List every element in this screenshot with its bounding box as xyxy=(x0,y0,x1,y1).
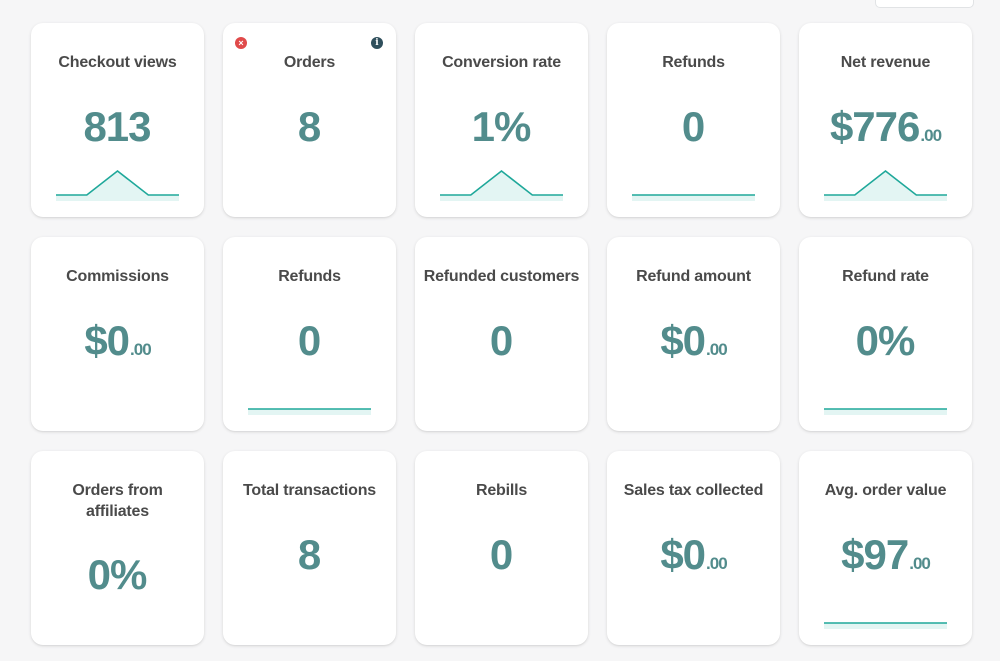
value-main: $97 xyxy=(841,531,909,578)
sparkline-area xyxy=(824,623,947,629)
sparkline-chart xyxy=(824,622,947,629)
card-title: Refunded customers xyxy=(423,268,580,285)
info-icon[interactable]: i xyxy=(371,37,383,49)
card-title: Total transactions xyxy=(242,482,377,499)
metrics-grid: Checkout views 813 × i Orders 8 Conversi… xyxy=(31,23,972,645)
card-value: 0 xyxy=(607,101,780,162)
metric-card-total-transactions: Total transactions 8 xyxy=(223,451,396,645)
card-title: Avg. order value xyxy=(824,482,947,499)
card-title: Commissions xyxy=(66,268,169,285)
sparkline-area xyxy=(824,171,947,201)
value-cents: .00 xyxy=(706,554,728,573)
sparkline-chart xyxy=(440,169,563,201)
value-cents: .00 xyxy=(130,340,152,359)
card-title: Orders xyxy=(283,54,336,71)
sparkline-chart xyxy=(56,169,179,201)
metric-card-refunds-2: Refunds 0 xyxy=(223,237,396,431)
metric-card-net-revenue: Net revenue $776.00 xyxy=(799,23,972,217)
value-main: $0 xyxy=(660,531,706,578)
sparkline-area xyxy=(824,409,947,415)
card-value: 0% xyxy=(31,549,204,610)
card-title: Refund amount xyxy=(636,268,751,285)
metric-card-conversion-rate: Conversion rate 1% xyxy=(415,23,588,217)
card-title: Refund rate xyxy=(842,268,929,285)
metric-card-refunded-customers: Refunded customers 0 xyxy=(415,237,588,431)
value-main: $776 xyxy=(829,103,920,150)
value-main: 0% xyxy=(87,551,148,598)
value-main: $0 xyxy=(660,317,706,364)
sparkline-chart xyxy=(248,408,371,415)
sparkline-area xyxy=(440,171,563,201)
card-title: Orders from affiliates xyxy=(72,482,163,520)
sparkline-chart xyxy=(824,169,947,201)
card-title: Conversion rate xyxy=(442,54,561,71)
sparkline-chart xyxy=(632,194,755,201)
card-value: 8 xyxy=(223,101,396,162)
metric-card-refunds: Refunds 0 xyxy=(607,23,780,217)
card-title: Sales tax collected xyxy=(623,482,764,499)
metric-card-checkout-views: Checkout views 813 xyxy=(31,23,204,217)
card-title: Rebills xyxy=(475,482,528,499)
card-value: $0.00 xyxy=(607,529,780,590)
metric-card-rebills: Rebills 0 xyxy=(415,451,588,645)
card-value: 1% xyxy=(415,101,588,162)
metric-card-orders-from-affiliates: Orders from affiliates 0% xyxy=(31,451,204,645)
top-dropdown-button[interactable] xyxy=(875,0,974,8)
value-cents: .00 xyxy=(920,126,942,145)
value-main: 0 xyxy=(297,317,321,364)
sparkline-chart xyxy=(824,408,947,415)
card-value: $0.00 xyxy=(607,315,780,376)
metric-card-sales-tax-collected: Sales tax collected $0.00 xyxy=(607,451,780,645)
value-cents: .00 xyxy=(909,554,931,573)
card-title: Refunds xyxy=(662,54,725,71)
value-main: 0 xyxy=(681,103,705,150)
card-value: 813 xyxy=(31,101,204,162)
value-main: 1% xyxy=(471,103,532,150)
card-value: 8 xyxy=(223,529,396,590)
sparkline-area xyxy=(56,171,179,201)
card-value: $0.00 xyxy=(31,315,204,376)
metric-card-refund-amount: Refund amount $0.00 xyxy=(607,237,780,431)
metric-card-refund-rate: Refund rate 0% xyxy=(799,237,972,431)
value-main: 0 xyxy=(489,531,513,578)
value-main: 8 xyxy=(297,531,321,578)
value-main: 8 xyxy=(297,103,321,150)
card-value: 0 xyxy=(223,315,396,376)
close-icon[interactable]: × xyxy=(235,37,247,49)
card-value: $776.00 xyxy=(799,101,972,162)
value-main: $0 xyxy=(84,317,130,364)
card-value: $97.00 xyxy=(799,529,972,590)
card-title: Net revenue xyxy=(840,54,931,71)
sparkline-area xyxy=(248,409,371,415)
value-main: 0 xyxy=(489,317,513,364)
metric-card-orders: × i Orders 8 xyxy=(223,23,396,217)
card-title: Refunds xyxy=(278,268,341,285)
card-value: 0% xyxy=(799,315,972,376)
value-cents: .00 xyxy=(706,340,728,359)
sparkline-area xyxy=(632,195,755,201)
value-main: 813 xyxy=(83,103,151,150)
metric-card-commissions: Commissions $0.00 xyxy=(31,237,204,431)
card-value: 0 xyxy=(415,529,588,590)
metric-card-avg-order-value: Avg. order value $97.00 xyxy=(799,451,972,645)
value-main: 0% xyxy=(855,317,916,364)
card-title: Checkout views xyxy=(58,54,177,71)
card-value: 0 xyxy=(415,315,588,376)
